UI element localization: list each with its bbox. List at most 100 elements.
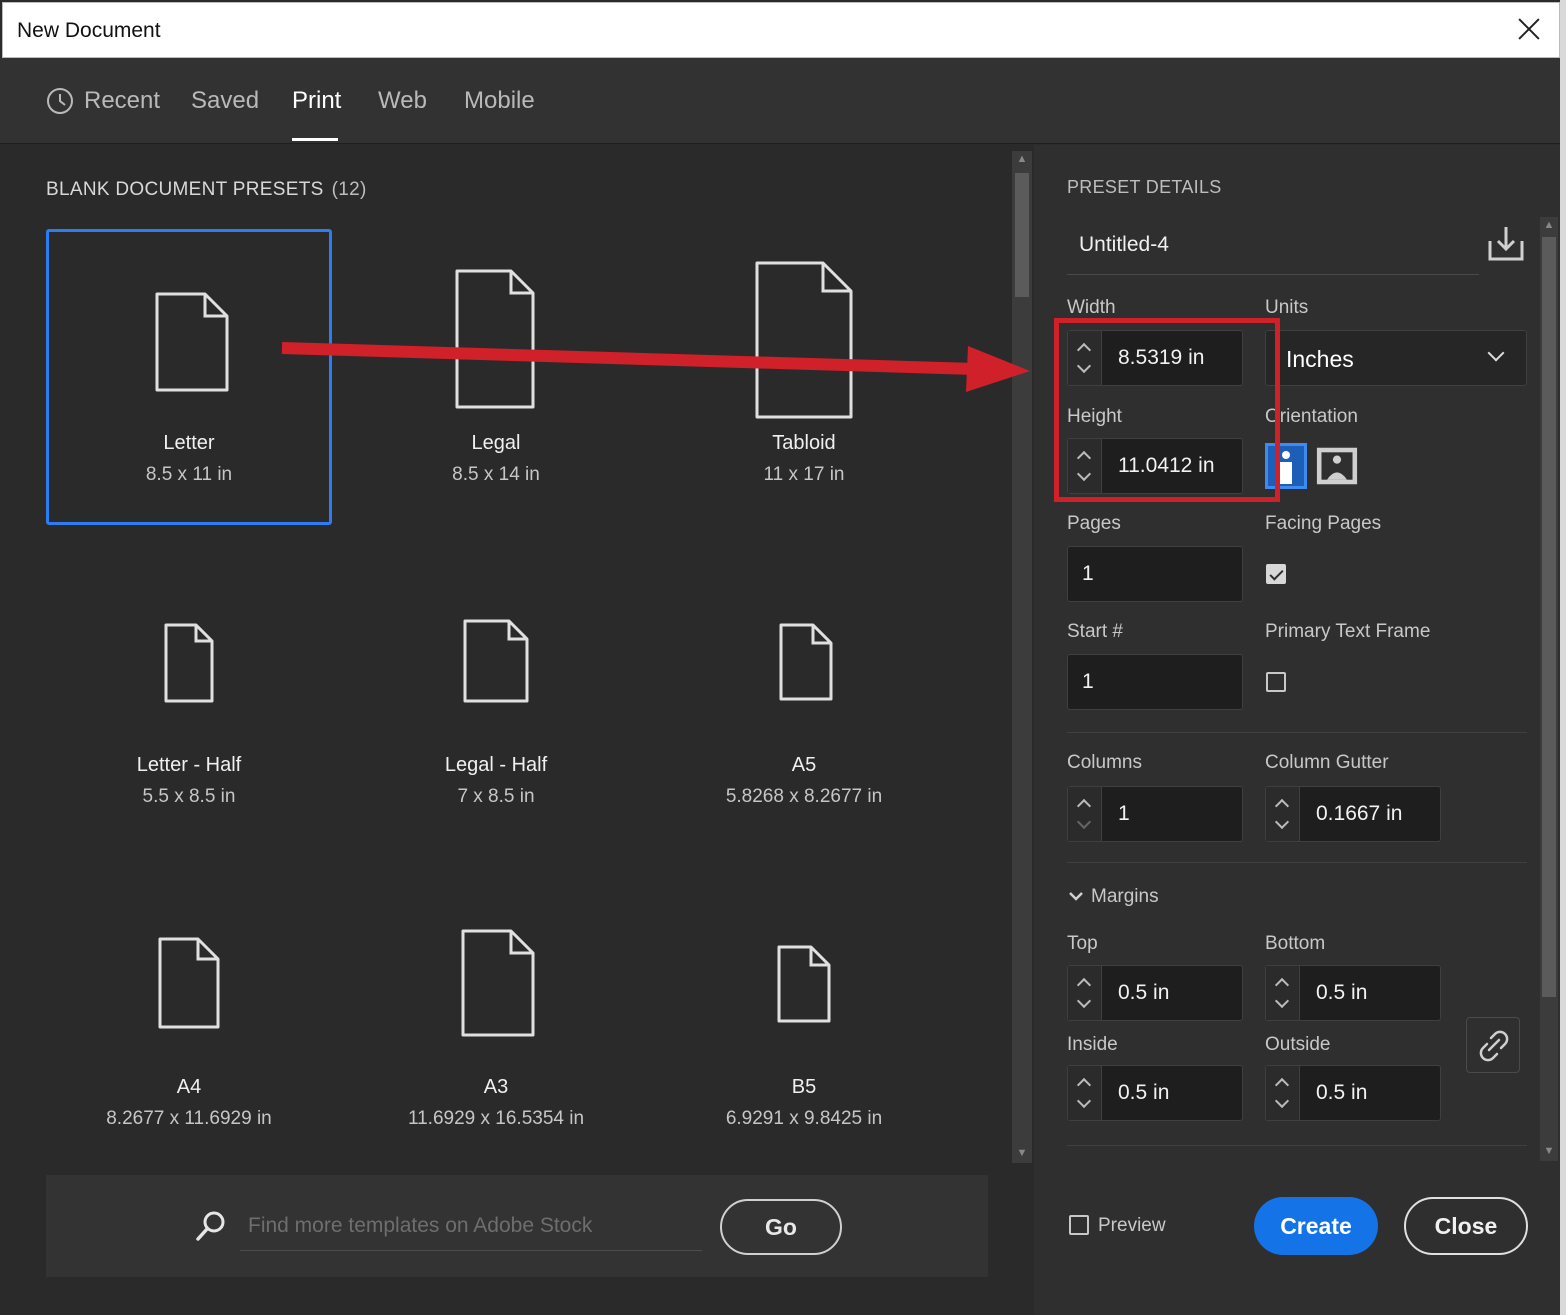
gutter-stepper[interactable]	[1266, 787, 1300, 841]
preset-name: B5	[791, 1076, 817, 1098]
preset-a5[interactable]: A5 5.8268 x 8.2677 in	[661, 551, 947, 847]
tab-label: Web	[378, 87, 427, 114]
columns-label: Columns	[1067, 752, 1142, 773]
preset-legal-half[interactable]: Legal - Half 7 x 8.5 in	[353, 551, 639, 847]
preset-a3[interactable]: A3 11.6929 x 16.5354 in	[353, 873, 639, 1169]
outside-margin-stepper[interactable]	[1266, 1066, 1300, 1120]
units-select[interactable]: Inches	[1265, 330, 1527, 386]
stock-search-bar: Go	[46, 1175, 988, 1277]
create-button[interactable]: Create	[1254, 1197, 1378, 1255]
width-label: Width	[1067, 297, 1116, 318]
start-page-field[interactable]: 1	[1067, 654, 1243, 710]
go-button[interactable]: Go	[720, 1199, 842, 1255]
close-icon[interactable]	[1513, 13, 1545, 45]
column-gutter-field[interactable]: 0.1667 in	[1265, 786, 1441, 842]
preset-size: 8.2677 x 11.6929 in	[106, 1108, 272, 1129]
pages-field[interactable]: 1	[1067, 546, 1243, 602]
document-icon	[755, 261, 853, 419]
landscape-orientation-icon[interactable]	[1316, 443, 1358, 489]
preview-checkbox[interactable]	[1069, 1215, 1089, 1235]
primary-text-frame-label: Primary Text Frame	[1265, 621, 1431, 642]
inside-margin-stepper[interactable]	[1068, 1066, 1102, 1120]
window-edge	[1560, 0, 1566, 1315]
presets-panel: BLANK DOCUMENT PRESETS (12) Letter 8.5 x …	[0, 145, 1034, 1315]
scroll-down-icon[interactable]: ▼	[1014, 1145, 1030, 1161]
tab-label: Saved	[191, 87, 260, 114]
document-name-field[interactable]: Untitled-4	[1067, 223, 1479, 275]
scroll-up-icon[interactable]: ▲	[1014, 151, 1030, 167]
top-margin-stepper[interactable]	[1068, 966, 1102, 1020]
preset-name: Letter	[163, 432, 215, 454]
preset-name: Tabloid	[772, 432, 836, 454]
document-icon	[777, 945, 831, 1023]
preset-size: 11.6929 x 16.5354 in	[407, 1108, 585, 1129]
presets-scrollbar[interactable]: ▲ ▼	[1012, 151, 1032, 1163]
scroll-up-icon[interactable]: ▲	[1541, 217, 1557, 233]
facing-pages-label: Facing Pages	[1265, 513, 1382, 534]
document-icon	[158, 937, 220, 1029]
inside-margin-field[interactable]: 0.5 in	[1067, 1065, 1243, 1121]
new-document-dialog: New Document Recent Saved Print Web Mobi…	[0, 0, 1566, 1315]
document-icon	[455, 269, 535, 409]
preset-tabloid[interactable]: Tabloid 11 x 17 in	[661, 229, 947, 525]
details-scrollbar[interactable]: ▲ ▼	[1540, 217, 1558, 1161]
gutter-value: 0.1667 in	[1316, 802, 1403, 825]
preset-size: 11 x 17 in	[763, 464, 845, 485]
close-button[interactable]: Close	[1404, 1197, 1528, 1255]
tab-recent[interactable]: Recent	[46, 84, 160, 118]
search-icon	[196, 1211, 225, 1241]
tab-web[interactable]: Web	[378, 84, 427, 118]
preset-letter[interactable]: Letter 8.5 x 11 in	[46, 229, 332, 525]
top-margin-field[interactable]: 0.5 in	[1067, 965, 1243, 1021]
save-preset-icon[interactable]	[1486, 223, 1526, 263]
annotation-highlight-box	[1054, 318, 1280, 502]
preset-legal[interactable]: Legal 8.5 x 14 in	[353, 229, 639, 525]
units-value: Inches	[1286, 346, 1354, 372]
divider	[1067, 862, 1527, 863]
stock-search-input[interactable]	[240, 1201, 702, 1251]
preview-label: Preview	[1098, 1215, 1166, 1236]
bottom-margin-field[interactable]: 0.5 in	[1265, 965, 1441, 1021]
preset-a4[interactable]: A4 8.2677 x 11.6929 in	[46, 873, 332, 1169]
presets-title-text: BLANK DOCUMENT PRESETS	[46, 179, 324, 200]
columns-stepper[interactable]	[1068, 787, 1102, 841]
margins-label: Margins	[1091, 886, 1159, 907]
bottom-margin-stepper[interactable]	[1266, 966, 1300, 1020]
primary-text-frame-checkbox[interactable]	[1266, 672, 1286, 692]
preset-b5[interactable]: B5 6.9291 x 9.8425 in	[661, 873, 947, 1169]
start-value: 1	[1082, 670, 1094, 693]
tab-saved[interactable]: Saved	[191, 84, 259, 118]
start-label: Start #	[1067, 621, 1123, 642]
preset-size: 5.5 x 8.5 in	[142, 786, 236, 807]
preset-size: 7 x 8.5 in	[457, 786, 535, 807]
preset-name: A4	[176, 1076, 202, 1098]
link-icon	[1479, 1030, 1509, 1062]
document-icon	[779, 623, 833, 701]
preset-name: Letter - Half	[136, 754, 242, 776]
presets-count: (12)	[331, 179, 367, 200]
top-margin-value: 0.5 in	[1118, 981, 1170, 1004]
preset-size: 5.8268 x 8.2677 in	[725, 786, 883, 807]
scroll-down-icon[interactable]: ▼	[1541, 1143, 1557, 1159]
preset-size: 8.5 x 11 in	[145, 464, 233, 485]
preset-letter-half[interactable]: Letter - Half 5.5 x 8.5 in	[46, 551, 332, 847]
link-margins-button[interactable]	[1466, 1017, 1520, 1073]
margins-section-toggle[interactable]: Margins	[1067, 886, 1159, 908]
inside-margin-value: 0.5 in	[1118, 1081, 1170, 1104]
top-margin-label: Top	[1067, 933, 1098, 954]
tab-mobile[interactable]: Mobile	[464, 84, 535, 118]
preset-name: Legal	[471, 432, 521, 454]
outside-margin-field[interactable]: 0.5 in	[1265, 1065, 1441, 1121]
tab-label: Mobile	[464, 87, 535, 114]
columns-field[interactable]: 1	[1067, 786, 1243, 842]
tab-print[interactable]: Print	[292, 84, 341, 118]
scrollbar-thumb[interactable]	[1542, 237, 1556, 997]
tab-label: Recent	[84, 87, 161, 114]
outside-margin-label: Outside	[1265, 1034, 1331, 1055]
inside-margin-label: Inside	[1067, 1034, 1118, 1055]
presets-title: BLANK DOCUMENT PRESETS (12)	[46, 179, 367, 201]
facing-pages-checkbox[interactable]	[1266, 564, 1286, 584]
scrollbar-thumb[interactable]	[1015, 173, 1029, 297]
pages-value: 1	[1082, 562, 1094, 585]
outside-margin-value: 0.5 in	[1316, 1081, 1368, 1104]
